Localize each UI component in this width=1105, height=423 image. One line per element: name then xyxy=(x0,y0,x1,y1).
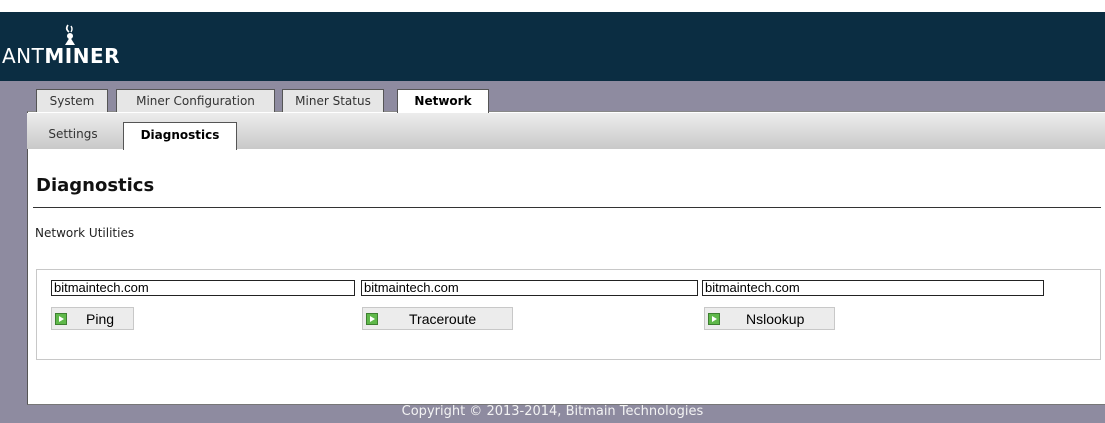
traceroute-host-input[interactable] xyxy=(361,280,698,296)
nslookup-button-label: Nslookup xyxy=(746,311,805,327)
antminer-logo[interactable]: ANTMINER xyxy=(2,44,120,68)
content-panel xyxy=(27,111,1105,405)
tab-miner-status[interactable]: Miner Status xyxy=(282,89,384,112)
logo-text-miner: MINER xyxy=(44,44,121,68)
tab-miner-configuration[interactable]: Miner Configuration xyxy=(116,89,275,112)
ping-button-label: Ping xyxy=(86,311,115,327)
play-icon xyxy=(55,313,67,325)
ping-button[interactable]: Ping xyxy=(51,307,134,330)
page-title: Diagnostics xyxy=(36,175,155,196)
ping-host-input[interactable] xyxy=(51,280,355,296)
traceroute-button-label: Traceroute xyxy=(409,311,477,327)
logo-text-ant: ANT xyxy=(2,44,45,68)
tab-system[interactable]: System xyxy=(36,89,108,112)
top-header: ANTMINER xyxy=(0,12,1105,81)
footer-copyright: Copyright © 2013-2014, Bitmain Technolog… xyxy=(401,404,704,419)
ant-logo-icon xyxy=(65,24,75,45)
subtab-settings[interactable]: Settings xyxy=(36,122,110,147)
play-icon xyxy=(708,313,720,325)
nslookup-button[interactable]: Nslookup xyxy=(704,307,835,330)
tab-network[interactable]: Network xyxy=(397,89,489,115)
subtab-diagnostics[interactable]: Diagnostics xyxy=(123,122,237,150)
traceroute-button[interactable]: Traceroute xyxy=(362,307,513,330)
play-icon xyxy=(366,313,378,325)
title-divider xyxy=(33,207,1101,208)
nslookup-host-input[interactable] xyxy=(702,280,1044,296)
section-label: Network Utilities xyxy=(35,226,135,240)
